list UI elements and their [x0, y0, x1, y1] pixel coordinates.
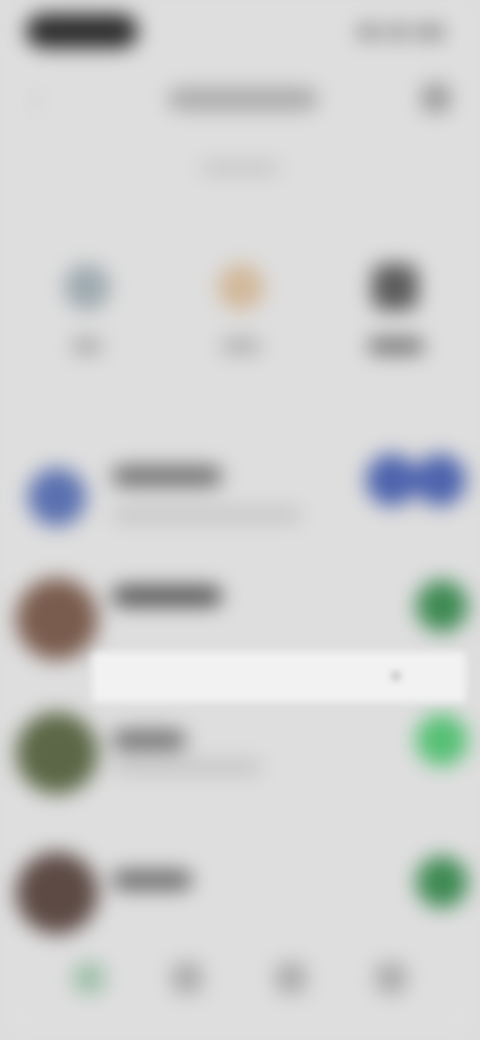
signal-icon	[358, 25, 380, 39]
navigation-bar: ‹	[0, 70, 480, 130]
toast-text	[112, 668, 362, 686]
chevron-left-icon[interactable]: ‹	[30, 86, 56, 112]
more-icon[interactable]	[422, 84, 450, 112]
blurred-screen: ‹	[0, 0, 480, 1040]
tab-bar	[0, 945, 480, 1040]
contacts-icon[interactable]	[276, 963, 306, 993]
status-time	[26, 14, 138, 48]
nav-title	[168, 88, 318, 110]
video-icon	[218, 264, 264, 310]
action-label	[368, 338, 424, 354]
contact-name	[112, 586, 222, 606]
action-call[interactable]	[42, 250, 132, 380]
settings-icon[interactable]	[376, 963, 406, 993]
subtitle	[200, 160, 280, 176]
contact-name	[112, 870, 192, 890]
wifi-icon	[388, 25, 408, 39]
call-icon[interactable]	[416, 714, 468, 766]
call-icon[interactable]	[416, 580, 468, 632]
call-icon[interactable]	[366, 454, 418, 506]
action-row	[0, 250, 480, 390]
phone-icon[interactable]	[172, 963, 202, 993]
status-icons	[358, 22, 444, 42]
video-icon[interactable]	[414, 454, 466, 506]
list-item[interactable]	[0, 700, 480, 830]
group-icon	[28, 468, 86, 526]
call-icon	[64, 264, 110, 310]
contact-meta	[112, 508, 302, 522]
contact-meta	[112, 760, 262, 774]
call-actions	[366, 454, 466, 506]
avatar	[16, 852, 98, 934]
action-video[interactable]	[196, 250, 286, 380]
status-bar	[0, 0, 480, 64]
action-label	[221, 338, 261, 354]
call-icon[interactable]	[416, 856, 468, 908]
contact-name	[112, 466, 222, 486]
toast-bar: ×	[92, 652, 466, 702]
contact-name	[112, 730, 186, 750]
avatar	[16, 712, 98, 794]
battery-icon	[416, 25, 444, 39]
grid-icon	[372, 264, 418, 310]
close-icon[interactable]: ×	[386, 666, 406, 686]
avatar	[16, 578, 98, 660]
action-grid[interactable]	[350, 250, 440, 380]
chat-icon[interactable]	[74, 963, 104, 993]
action-label	[72, 338, 102, 354]
list-item[interactable]	[0, 440, 480, 570]
